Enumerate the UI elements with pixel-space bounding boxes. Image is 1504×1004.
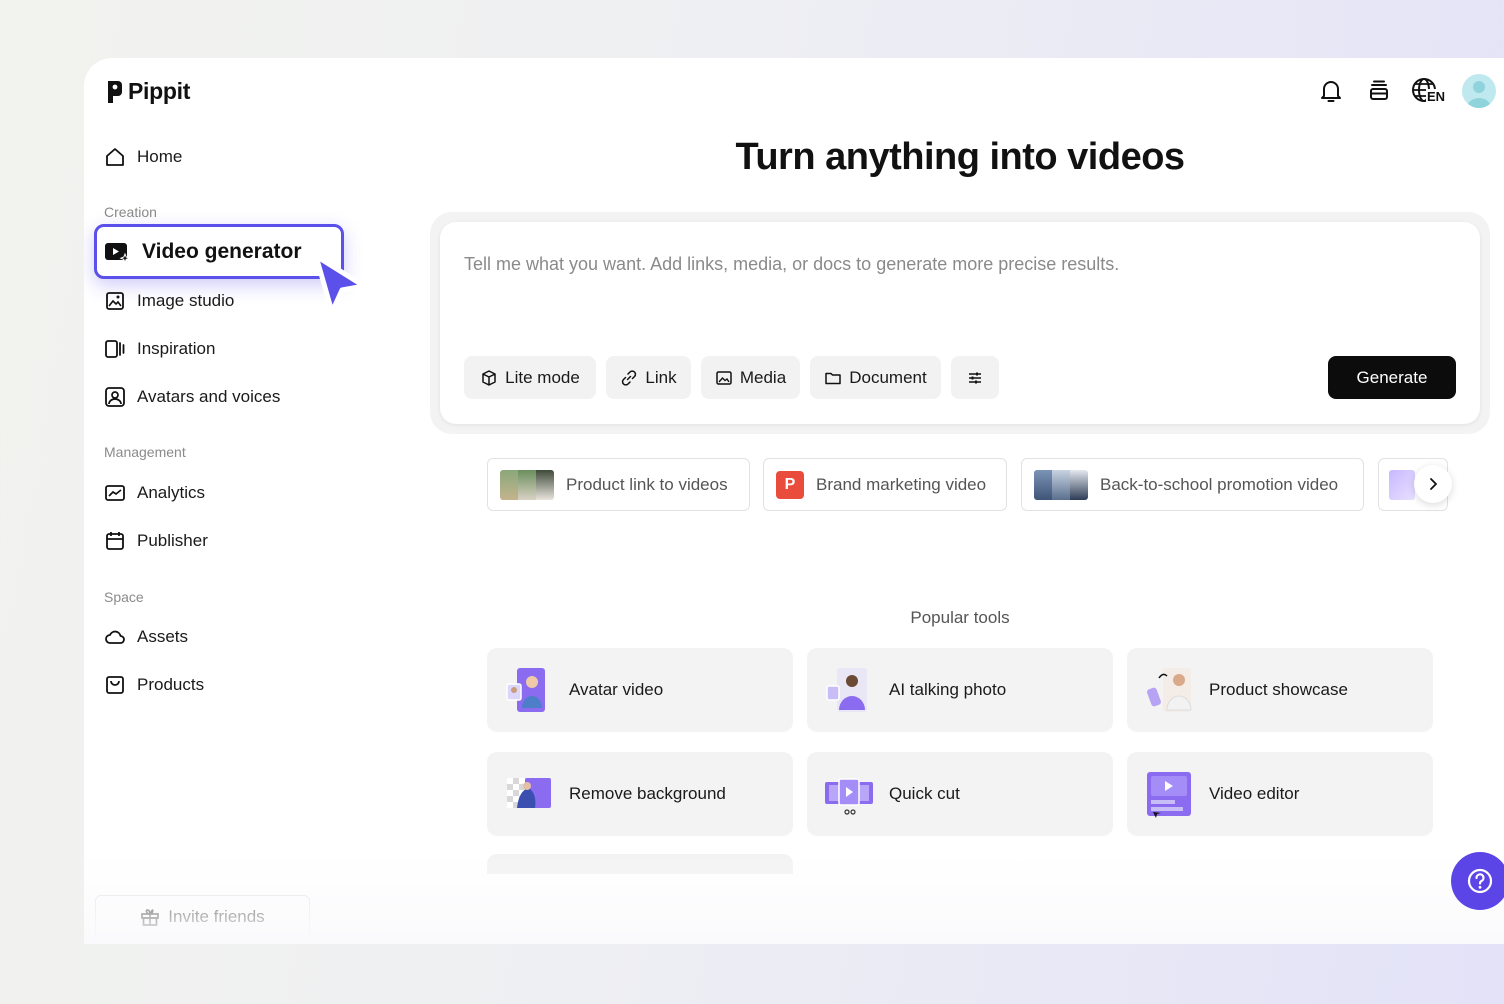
bell-icon[interactable] (1316, 76, 1346, 106)
suggestion-back-to-school[interactable]: Back-to-school promotion video (1021, 458, 1364, 511)
link-button[interactable]: Link (606, 356, 691, 399)
tool-ai-talking-photo[interactable]: AI talking photo (807, 648, 1113, 732)
prompt-placeholder: Tell me what you want. Add links, media,… (464, 254, 1120, 274)
tool-quick-cut[interactable]: Quick cut (807, 752, 1113, 836)
suggestion-label: Brand marketing video (816, 474, 987, 494)
chip-label: Document (849, 367, 927, 387)
sidebar-item-products[interactable]: Products (104, 672, 204, 698)
page-title: Turn anything into videos (735, 136, 1185, 178)
section-label-creation: Creation (104, 204, 157, 220)
video-editor-icon (1147, 772, 1191, 818)
tool-label: Video editor (1209, 784, 1300, 803)
tool-card-partial[interactable] (487, 854, 793, 874)
user-avatar[interactable] (1462, 74, 1496, 108)
suggestion-product-link[interactable]: Product link to videos (487, 458, 750, 511)
inspiration-icon (105, 340, 125, 358)
sidebar-item-label: Image studio (137, 291, 235, 310)
section-label-space: Space (104, 589, 144, 605)
talking-photo-icon (826, 668, 867, 712)
app-logo[interactable]: Pippit (106, 78, 190, 105)
remove-background-icon (507, 778, 551, 808)
sidebar-item-image-studio[interactable]: Image studio (104, 288, 234, 314)
document-button[interactable]: Document (810, 356, 941, 399)
calendar-icon (106, 532, 124, 550)
image-studio-icon (106, 292, 124, 310)
app-name: Pippit (128, 78, 191, 104)
sliders-icon (969, 372, 981, 383)
chevron-right-icon (1430, 478, 1437, 490)
language-code: EN (1426, 89, 1447, 104)
suggestion-thumbnail (500, 469, 554, 500)
prompt-input[interactable]: Tell me what you want. Add links, media,… (440, 222, 1480, 424)
sidebar-item-publisher[interactable]: Publisher (104, 528, 208, 554)
question-icon (1467, 868, 1493, 894)
sidebar-item-label: Avatars and voices (137, 387, 281, 406)
pippit-logo-icon (108, 80, 122, 103)
tool-label: Quick cut (889, 784, 960, 803)
cloud-icon (105, 630, 125, 644)
tool-label: Avatar video (569, 680, 664, 699)
chip-label: Media (739, 367, 787, 387)
tool-label: AI talking photo (889, 680, 1007, 699)
tool-product-showcase[interactable]: Product showcase (1127, 648, 1433, 732)
tool-remove-background[interactable]: Remove background (487, 752, 793, 836)
lite-mode-button[interactable]: Lite mode (464, 356, 596, 399)
link-icon (622, 369, 637, 386)
invite-friends-button[interactable]: Invite friends (95, 895, 310, 939)
app-window: Pippit EN Home Creation Video generator … (84, 58, 1504, 944)
prompt-box: Tell me what you want. Add links, media,… (430, 212, 1490, 434)
tool-label: Product showcase (1209, 680, 1348, 699)
invite-friends-label: Invite friends (168, 907, 265, 926)
brand-badge-icon: P (776, 470, 804, 499)
sidebar-item-label: Products (137, 675, 205, 694)
suggestion-label: Back-to-school promotion video (1100, 474, 1339, 494)
generate-button[interactable]: Generate (1328, 356, 1456, 399)
image-icon (716, 370, 732, 385)
section-label-management: Management (104, 444, 186, 460)
tool-avatar-video[interactable]: Avatar video (487, 648, 793, 732)
suggestions-next-button[interactable] (1414, 465, 1452, 503)
popular-tools-heading: Popular tools (910, 608, 1010, 627)
media-button[interactable]: Media (701, 356, 800, 399)
user-avatar-icon (1467, 81, 1491, 108)
chip-label: Lite mode (505, 367, 580, 387)
cube-icon (482, 369, 496, 386)
sidebar-item-video-generator[interactable]: Video generator (94, 224, 344, 279)
brand-badge-letter: P (784, 475, 796, 493)
sidebar-item-analytics[interactable]: Analytics (104, 480, 205, 506)
sidebar-item-label: Analytics (137, 483, 206, 502)
chip-label: Link (645, 367, 677, 387)
tool-label: Remove background (569, 784, 726, 803)
suggestion-thumbnail (1034, 469, 1088, 500)
product-showcase-icon (1147, 668, 1192, 712)
folder-icon (825, 372, 841, 384)
analytics-icon (105, 485, 125, 501)
suggestion-thumbnail (1389, 469, 1415, 500)
sidebar-item-label: Inspiration (137, 339, 216, 358)
quick-cut-icon (825, 778, 873, 815)
subscription-stack-icon[interactable] (1364, 76, 1394, 106)
help-button[interactable] (1451, 852, 1504, 910)
video-generator-icon (105, 242, 130, 263)
avatar-voice-icon (105, 387, 125, 407)
suggestion-brand-marketing[interactable]: P Brand marketing video (763, 458, 1007, 511)
settings-button[interactable] (951, 356, 999, 399)
pointer-cursor-icon (313, 253, 367, 315)
sidebar-item-label: Video generator (142, 239, 302, 263)
suggestion-label: Product link to videos (566, 474, 728, 494)
sidebar-item-inspiration[interactable]: Inspiration (104, 336, 215, 362)
shopping-bag-icon (106, 676, 124, 694)
sidebar-item-label: Publisher (137, 531, 208, 550)
avatar-video-icon (506, 668, 545, 712)
gift-icon (141, 909, 160, 926)
tool-video-editor[interactable]: Video editor (1127, 752, 1433, 836)
sidebar-item-avatars-and-voices[interactable]: Avatars and voices (104, 384, 280, 410)
language-selector[interactable]: EN (1410, 76, 1447, 106)
sidebar-item-label: Assets (137, 627, 189, 646)
